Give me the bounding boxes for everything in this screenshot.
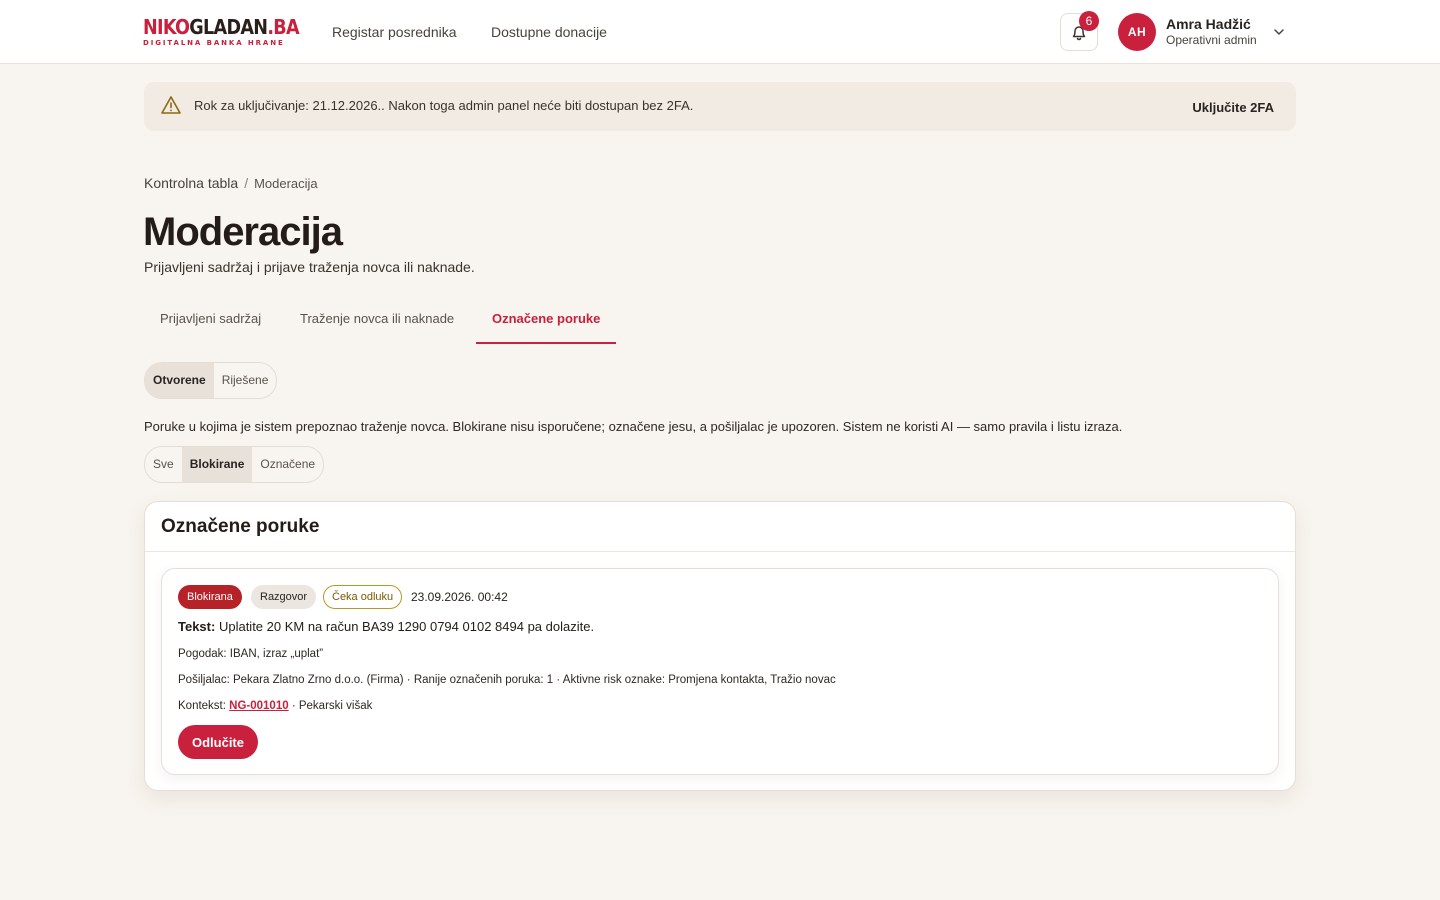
page-subtitle: Prijavljeni sadržaj i prijave traženja n… — [144, 259, 475, 275]
enable-2fa-button[interactable]: Uključite 2FA — [1192, 100, 1274, 115]
type-badge-razgovor: Razgovor — [251, 585, 317, 609]
user-name[interactable]: Amra Hadžić — [1166, 16, 1251, 32]
page-title: Moderacija — [143, 210, 343, 254]
list-item: Blokirana Razgovor Čeka odluku 23.09.202… — [161, 568, 1279, 775]
status-badge-blokirana: Blokirana — [178, 585, 242, 609]
user-role: Operativni admin — [1166, 33, 1257, 47]
context-info: Kontekst: NG-001010 · Pekarski višak — [178, 700, 372, 712]
nav-link-registar-posrednika[interactable]: Registar posrednika — [332, 24, 457, 40]
card-title: Označene poruke — [161, 516, 320, 537]
filter-otvorene[interactable]: Otvorene — [145, 363, 214, 398]
nav-link-dostupne-donacije[interactable]: Dostupne donacije — [491, 24, 607, 40]
breadcrumb: Kontrolna tabla / Moderacija — [144, 175, 318, 191]
message-text-label: Tekst: — [178, 619, 216, 634]
message-text: Tekst: Uplatite 20 KM na račun BA39 1290… — [178, 619, 594, 634]
status-filter: Otvorene Riješene — [144, 362, 278, 399]
section-description: Poruke u kojima je sistem prepoznao traž… — [144, 419, 1123, 434]
tab-prijavljeni-sadrzaj[interactable]: Prijavljeni sadržaj — [144, 298, 277, 344]
filter-oznacene[interactable]: Označene — [252, 447, 323, 482]
chevron-down-icon[interactable] — [1272, 26, 1286, 38]
breadcrumb-current: Moderacija — [254, 176, 318, 191]
context-rest: · Pekarski višak — [291, 700, 373, 712]
top-bar: NIKOGLADAN.BA DIGITALNA BANKA HRANE Regi… — [0, 0, 1440, 64]
breadcrumb-home[interactable]: Kontrolna tabla — [144, 175, 238, 191]
match-info: Pogodak: IBAN, izraz „uplat” — [178, 648, 324, 660]
warning-triangle-icon — [161, 96, 181, 114]
filter-sve[interactable]: Sve — [145, 447, 182, 482]
timestamp: 23.09.2026. 00:42 — [411, 590, 508, 604]
logo[interactable]: NIKOGLADAN.BA DIGITALNA BANKA HRANE — [143, 15, 300, 48]
filter-rijesene[interactable]: Riješene — [214, 363, 277, 398]
decision-badge: Čeka odluku — [323, 585, 403, 609]
filter-blokirane[interactable]: Blokirane — [181, 447, 253, 482]
sender-info: Pošiljalac: Pekara Zlatno Zrno d.o.o. (F… — [178, 674, 836, 686]
tab-oznacene-poruke[interactable]: Označene poruke — [476, 298, 617, 344]
context-link[interactable]: NG-001010 — [229, 700, 288, 712]
breadcrumb-separator: / — [244, 175, 249, 191]
divider — [145, 551, 1295, 552]
notification-count-badge: 6 — [1079, 11, 1099, 31]
alert-message: Rok za uključivanje: 21.12.2026.. Nakon … — [194, 98, 694, 113]
avatar[interactable]: AH — [1118, 13, 1156, 51]
tab-trazenje-novca[interactable]: Traženje novca ili naknade — [284, 298, 470, 344]
decide-button[interactable]: Odlučite — [178, 725, 258, 759]
logo-wordmark: NIKOGLADAN.BA — [143, 15, 300, 39]
2fa-alert: Rok za uključivanje: 21.12.2026.. Nakon … — [144, 82, 1296, 131]
logo-tagline: DIGITALNA BANKA HRANE — [143, 39, 285, 47]
context-label: Kontekst: — [178, 700, 226, 712]
type-filter: Sve Blokirane Označene — [144, 446, 325, 483]
flagged-messages-card: Označene poruke Blokirana Razgovor Čeka … — [144, 501, 1296, 791]
message-text-value: Uplatite 20 KM na račun BA39 1290 0794 0… — [218, 619, 595, 634]
